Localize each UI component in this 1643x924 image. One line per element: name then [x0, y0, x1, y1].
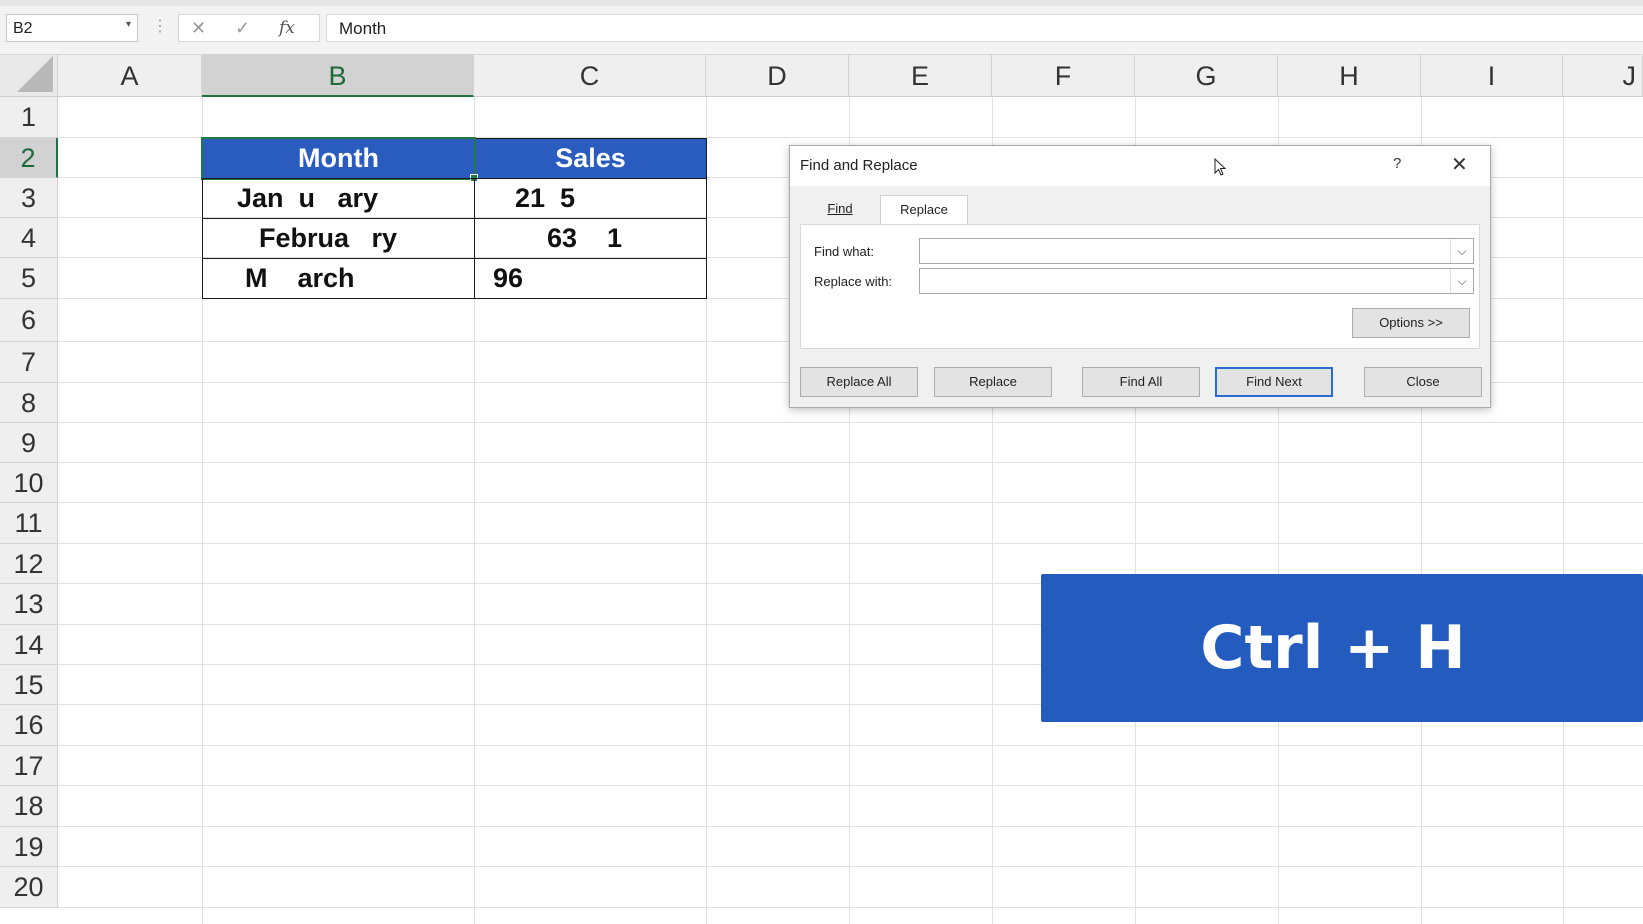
formula-input[interactable]: Month	[326, 14, 1643, 42]
help-icon[interactable]: ?	[1393, 155, 1401, 172]
chevron-down-icon[interactable]: ⌵	[1450, 239, 1473, 263]
row-header-1[interactable]: 1	[0, 97, 58, 138]
column-header-c[interactable]: C	[474, 55, 706, 97]
name-box-dropdown-icon[interactable]: ▾	[126, 19, 131, 30]
enter-icon[interactable]: ✓	[235, 18, 250, 39]
insert-function-icon[interactable]: fx	[279, 18, 295, 38]
find-all-button[interactable]: Find All	[1082, 367, 1200, 397]
tab-find[interactable]: Find	[800, 195, 880, 224]
close-button[interactable]: Close	[1364, 367, 1482, 397]
row-header-10[interactable]: 10	[0, 463, 58, 503]
dialog-titlebar[interactable]: Find and Replace ? ✕	[790, 146, 1490, 186]
column-header-i[interactable]: I	[1421, 55, 1563, 97]
cell-c4[interactable]: 63 1	[474, 218, 707, 259]
column-header-e[interactable]: E	[849, 55, 992, 97]
close-icon[interactable]: ✕	[1451, 152, 1468, 177]
replace-with-label: Replace with:	[814, 274, 893, 289]
replace-all-button[interactable]: Replace All	[800, 367, 918, 397]
row-header-16[interactable]: 16	[0, 705, 58, 746]
column-header-g[interactable]: G	[1135, 55, 1278, 97]
row-header-20[interactable]: 20	[0, 867, 58, 908]
row-header-8[interactable]: 8	[0, 383, 58, 423]
cell-c3[interactable]: 21 5	[474, 178, 707, 219]
formula-content: Month	[339, 19, 387, 38]
mouse-cursor-icon	[1214, 158, 1227, 176]
formula-bar: B2 ▾ ⋮ ✕ ✓ fx Month	[0, 6, 1643, 55]
formula-bar-grip-icon: ⋮	[152, 18, 168, 35]
tab-replace-label: Replace	[900, 202, 948, 217]
chevron-down-icon[interactable]: ⌵	[1450, 269, 1473, 293]
shortcut-overlay: Ctrl + H	[1041, 574, 1643, 722]
row-header-5[interactable]: 5	[0, 258, 58, 299]
row-header-13[interactable]: 13	[0, 584, 58, 625]
replace-button[interactable]: Replace	[934, 367, 1052, 397]
row-header-2[interactable]: 2	[0, 138, 58, 178]
tab-replace[interactable]: Replace	[880, 195, 968, 224]
column-header-f[interactable]: F	[992, 55, 1135, 97]
row-header-11[interactable]: 11	[0, 503, 58, 544]
row-header-17[interactable]: 17	[0, 746, 58, 786]
row-header-18[interactable]: 18	[0, 786, 58, 827]
replace-with-combobox[interactable]: ⌵	[919, 268, 1474, 294]
find-next-button[interactable]: Find Next	[1215, 367, 1333, 397]
name-box[interactable]: B2 ▾	[6, 14, 138, 42]
column-header-b[interactable]: B	[202, 55, 474, 97]
formula-bar-buttons: ✕ ✓ fx	[178, 14, 320, 42]
row-header-14[interactable]: 14	[0, 625, 58, 665]
name-box-value: B2	[13, 20, 33, 37]
cell-b5[interactable]: M arch	[202, 258, 475, 299]
row-header-12[interactable]: 12	[0, 544, 58, 584]
tab-find-label: Find	[827, 201, 853, 216]
replace-panel: Find what: ⌵ Replace with: ⌵ Options >>	[800, 224, 1480, 349]
row-header-15[interactable]: 15	[0, 665, 58, 705]
active-cell-border	[201, 137, 478, 182]
column-header-j[interactable]: J	[1563, 55, 1643, 97]
shortcut-text: Ctrl + H	[1200, 613, 1466, 683]
row-header-6[interactable]: 6	[0, 299, 58, 342]
find-what-label: Find what:	[814, 244, 874, 259]
row-header-7[interactable]: 7	[0, 342, 58, 383]
options-button[interactable]: Options >>	[1352, 308, 1470, 338]
row-header-19[interactable]: 19	[0, 827, 58, 867]
row-header-9[interactable]: 9	[0, 423, 58, 463]
column-header-h[interactable]: H	[1278, 55, 1421, 97]
find-what-combobox[interactable]: ⌵	[919, 238, 1474, 264]
row-header-4[interactable]: 4	[0, 218, 58, 258]
cell-c5[interactable]: 96	[474, 258, 707, 299]
column-header-d[interactable]: D	[706, 55, 849, 97]
cancel-icon[interactable]: ✕	[191, 18, 206, 39]
find-replace-dialog: Find and Replace ? ✕ Find Replace Find w…	[789, 145, 1491, 408]
row-header-3[interactable]: 3	[0, 178, 58, 218]
cell-b4[interactable]: Februa ry	[202, 218, 475, 259]
column-header-a[interactable]: A	[58, 55, 202, 97]
cell-c2-sales-header[interactable]: Sales	[474, 138, 707, 179]
select-all-button[interactable]	[0, 55, 58, 97]
dialog-title: Find and Replace	[800, 157, 918, 174]
cell-b3[interactable]: Jan u ary	[202, 178, 475, 219]
